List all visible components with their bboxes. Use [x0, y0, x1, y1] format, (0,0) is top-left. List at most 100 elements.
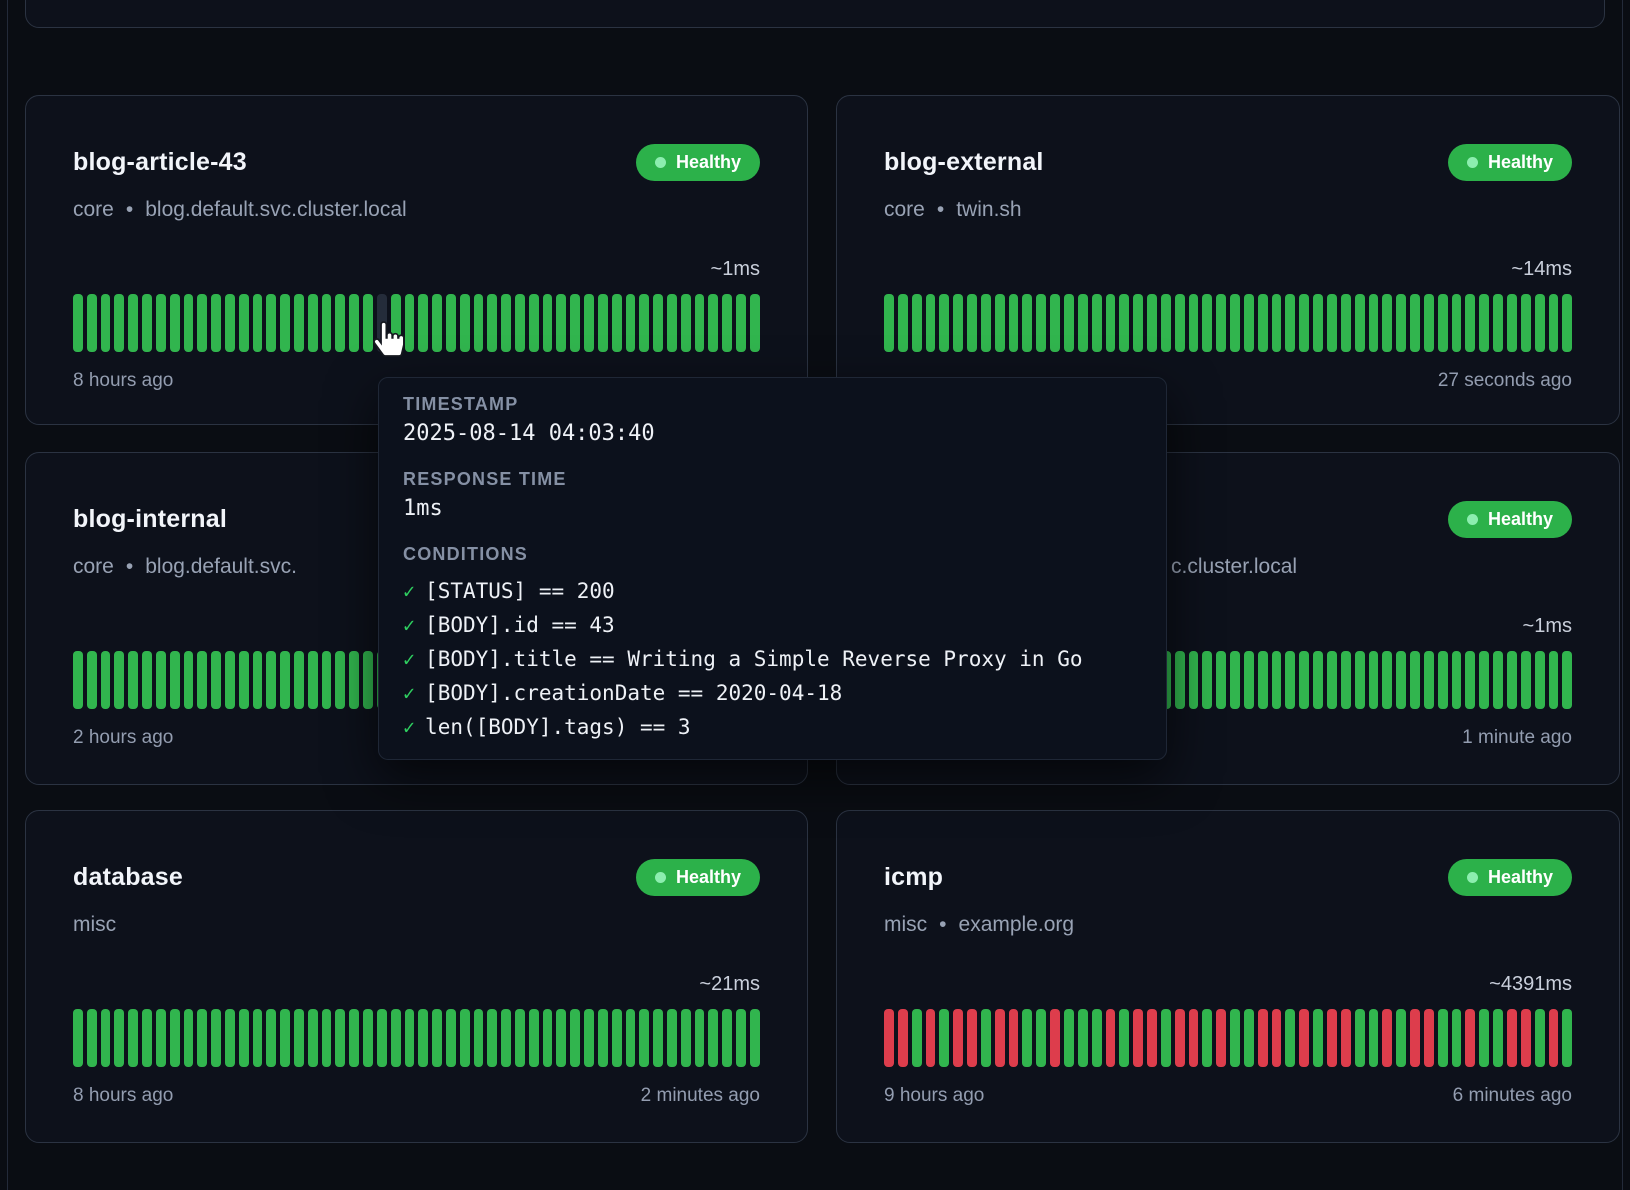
status-bar[interactable] — [184, 651, 194, 709]
status-bar[interactable] — [460, 1009, 470, 1067]
status-bar[interactable] — [1064, 1009, 1074, 1067]
status-bar[interactable] — [308, 651, 318, 709]
status-bar[interactable] — [926, 1009, 936, 1067]
status-bar[interactable] — [266, 294, 276, 352]
status-bar[interactable] — [460, 294, 470, 352]
status-bar[interactable] — [1535, 294, 1545, 352]
status-bar[interactable] — [912, 294, 922, 352]
status-bar[interactable] — [487, 1009, 497, 1067]
status-bar[interactable] — [1521, 294, 1531, 352]
status-bar[interactable] — [1507, 294, 1517, 352]
status-bar[interactable] — [1119, 294, 1129, 352]
status-bar[interactable] — [1479, 1009, 1489, 1067]
status-bar[interactable] — [1369, 651, 1379, 709]
status-bar[interactable] — [1202, 294, 1212, 352]
status-bar[interactable] — [474, 294, 484, 352]
status-bar[interactable] — [1465, 651, 1475, 709]
status-bar[interactable] — [294, 294, 304, 352]
status-bar[interactable] — [1452, 651, 1462, 709]
status-bar[interactable] — [529, 1009, 539, 1067]
status-bar[interactable] — [1272, 651, 1282, 709]
status-bar[interactable] — [1410, 651, 1420, 709]
status-bar[interactable] — [981, 294, 991, 352]
status-bar[interactable] — [1369, 1009, 1379, 1067]
status-bar[interactable] — [1022, 294, 1032, 352]
status-bar[interactable] — [225, 651, 235, 709]
status-bar[interactable] — [1549, 651, 1559, 709]
status-bar[interactable] — [349, 651, 359, 709]
status-bar[interactable] — [1064, 294, 1074, 352]
status-bar[interactable] — [128, 1009, 138, 1067]
status-bar[interactable] — [1258, 1009, 1268, 1067]
status-bar[interactable] — [1465, 1009, 1475, 1067]
status-bar[interactable] — [322, 651, 332, 709]
status-bar[interactable] — [1327, 651, 1337, 709]
status-bar[interactable] — [280, 1009, 290, 1067]
status-bar[interactable] — [1050, 294, 1060, 352]
status-bar[interactable] — [418, 1009, 428, 1067]
status-bar[interactable] — [898, 294, 908, 352]
status-bar[interactable] — [1078, 1009, 1088, 1067]
status-bar[interactable] — [1216, 1009, 1226, 1067]
status-bar[interactable] — [1299, 1009, 1309, 1067]
status-bar[interactable] — [667, 1009, 677, 1067]
status-bar[interactable] — [1493, 1009, 1503, 1067]
status-bar[interactable] — [1092, 1009, 1102, 1067]
status-bar[interactable] — [1479, 651, 1489, 709]
status-bar[interactable] — [197, 1009, 207, 1067]
status-bar[interactable] — [308, 1009, 318, 1067]
status-bar[interactable] — [1202, 1009, 1212, 1067]
status-bar[interactable] — [1133, 1009, 1143, 1067]
status-bar[interactable] — [556, 1009, 566, 1067]
status-bar[interactable] — [639, 1009, 649, 1067]
status-bar[interactable] — [322, 1009, 332, 1067]
status-bar[interactable] — [1189, 651, 1199, 709]
status-bar[interactable] — [101, 651, 111, 709]
status-bar[interactable] — [695, 1009, 705, 1067]
status-bar[interactable] — [1175, 294, 1185, 352]
status-bar[interactable] — [543, 294, 553, 352]
status-bar[interactable] — [1009, 294, 1019, 352]
status-bar[interactable] — [681, 1009, 691, 1067]
status-bar[interactable] — [474, 1009, 484, 1067]
status-bar[interactable] — [418, 294, 428, 352]
status-bar[interactable] — [884, 294, 894, 352]
status-bar[interactable] — [1327, 1009, 1337, 1067]
status-bar[interactable] — [1175, 651, 1185, 709]
status-bar[interactable] — [363, 651, 373, 709]
status-bar[interactable] — [1355, 1009, 1365, 1067]
status-bar[interactable] — [1189, 294, 1199, 352]
status-bar[interactable] — [142, 1009, 152, 1067]
status-bar[interactable] — [405, 1009, 415, 1067]
endpoint-card[interactable]: icmp Healthy misc • example.org ~4391ms … — [836, 810, 1620, 1143]
status-bar[interactable] — [926, 294, 936, 352]
status-bar[interactable] — [87, 1009, 97, 1067]
status-bar[interactable] — [1327, 294, 1337, 352]
status-bar[interactable] — [170, 294, 180, 352]
endpoint-card[interactable]: blog-article-43 Healthy core • blog.defa… — [25, 95, 808, 425]
status-bar[interactable] — [1521, 1009, 1531, 1067]
status-bar[interactable] — [322, 294, 332, 352]
status-bar[interactable] — [1230, 294, 1240, 352]
status-bar[interactable] — [101, 294, 111, 352]
status-bar[interactable] — [294, 1009, 304, 1067]
status-bar[interactable] — [626, 294, 636, 352]
status-bar[interactable] — [1244, 294, 1254, 352]
status-bar[interactable] — [939, 1009, 949, 1067]
status-bar[interactable] — [114, 1009, 124, 1067]
status-bar[interactable] — [515, 1009, 525, 1067]
status-bar[interactable] — [1147, 1009, 1157, 1067]
status-bar[interactable] — [1341, 1009, 1351, 1067]
status-bar[interactable] — [446, 294, 456, 352]
endpoint-card[interactable]: database Healthy misc ~21ms 8 hours ago … — [25, 810, 808, 1143]
status-bar[interactable] — [750, 294, 760, 352]
status-bar[interactable] — [211, 294, 221, 352]
status-bar[interactable] — [1521, 651, 1531, 709]
status-bar[interactable] — [612, 1009, 622, 1067]
status-bar[interactable] — [967, 294, 977, 352]
status-bar[interactable] — [1285, 1009, 1295, 1067]
status-bar[interactable] — [1106, 1009, 1116, 1067]
status-bar[interactable] — [1147, 294, 1157, 352]
status-bar[interactable] — [266, 651, 276, 709]
status-bar[interactable] — [87, 294, 97, 352]
